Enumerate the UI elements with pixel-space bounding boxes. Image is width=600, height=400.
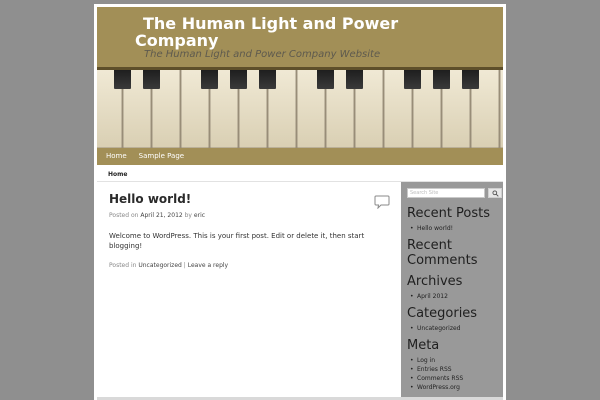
post-footer: Posted in Uncategorized | Leave a reply	[109, 262, 228, 269]
page-wrapper: The Human Light and Power Company The Hu…	[94, 4, 506, 400]
meta-item-entries-rss[interactable]: Entries RSS	[410, 365, 463, 374]
site-title[interactable]: The Human Light and Power Company	[135, 15, 435, 49]
archives-list: April 2012	[410, 292, 448, 301]
categories-list: Uncategorized	[410, 324, 460, 333]
post-title[interactable]: Hello world!	[109, 192, 191, 206]
meta-list: Log in Entries RSS Comments RSS WordPres…	[410, 356, 463, 392]
meta-item-login[interactable]: Log in	[410, 356, 463, 365]
meta-item-wordpress-org[interactable]: WordPress.org	[410, 383, 463, 392]
post-content: Welcome to WordPress. This is your first…	[109, 232, 365, 250]
post-meta-prefix: Posted on	[109, 212, 139, 219]
meta-item-comments-rss[interactable]: Comments RSS	[410, 374, 463, 383]
main-navigation: Home Sample Page	[97, 148, 503, 165]
piano-white-key	[499, 67, 503, 148]
piano-black-key	[404, 67, 421, 89]
piano-black-key	[462, 67, 479, 89]
piano-black-key	[230, 67, 247, 89]
search-input[interactable]: Search Site	[407, 188, 485, 198]
piano-black-key	[433, 67, 450, 89]
site-header: The Human Light and Power Company The Hu…	[97, 7, 503, 67]
archive-item[interactable]: April 2012	[410, 292, 448, 301]
post-meta-by: by	[184, 212, 192, 219]
piano-black-key	[346, 67, 363, 89]
recent-posts-list: Hello world!	[410, 224, 453, 233]
posted-in-label: Posted in	[109, 262, 137, 269]
category-item[interactable]: Uncategorized	[410, 324, 460, 333]
categories-title: Categories	[407, 306, 478, 321]
leave-reply-link[interactable]: Leave a reply	[188, 262, 228, 269]
archives-title: Archives	[407, 274, 463, 289]
piano-black-key	[317, 67, 334, 89]
recent-comments-title: Recent Comments	[407, 238, 478, 268]
site-description: The Human Light and Power Company Websit…	[144, 49, 381, 60]
piano-black-key	[143, 67, 160, 89]
search-icon	[491, 189, 499, 197]
piano-black-key	[201, 67, 218, 89]
piano-black-key	[259, 67, 276, 89]
comment-bubble-icon[interactable]	[374, 194, 390, 210]
post-author-link[interactable]: eric	[194, 212, 205, 219]
nav-item-home[interactable]: Home	[97, 148, 133, 165]
search-form: Search Site	[407, 188, 502, 198]
post-date-link[interactable]: April 21, 2012	[140, 212, 182, 219]
piano-black-key	[114, 67, 131, 89]
post-meta: Posted on April 21, 2012 by eric	[109, 212, 205, 219]
breadcrumb[interactable]: Home	[108, 171, 127, 178]
recent-post-item[interactable]: Hello world!	[410, 224, 453, 233]
nav-item-sample-page[interactable]: Sample Page	[133, 148, 190, 165]
recent-posts-title: Recent Posts	[407, 206, 491, 221]
search-button[interactable]	[488, 188, 502, 198]
post-category-link[interactable]: Uncategorized	[138, 262, 181, 269]
header-banner-image	[97, 67, 503, 148]
footer-separator: |	[183, 262, 186, 269]
meta-title: Meta	[407, 338, 440, 353]
sidebar: Search Site Recent Posts Hello world! Re…	[401, 182, 503, 397]
